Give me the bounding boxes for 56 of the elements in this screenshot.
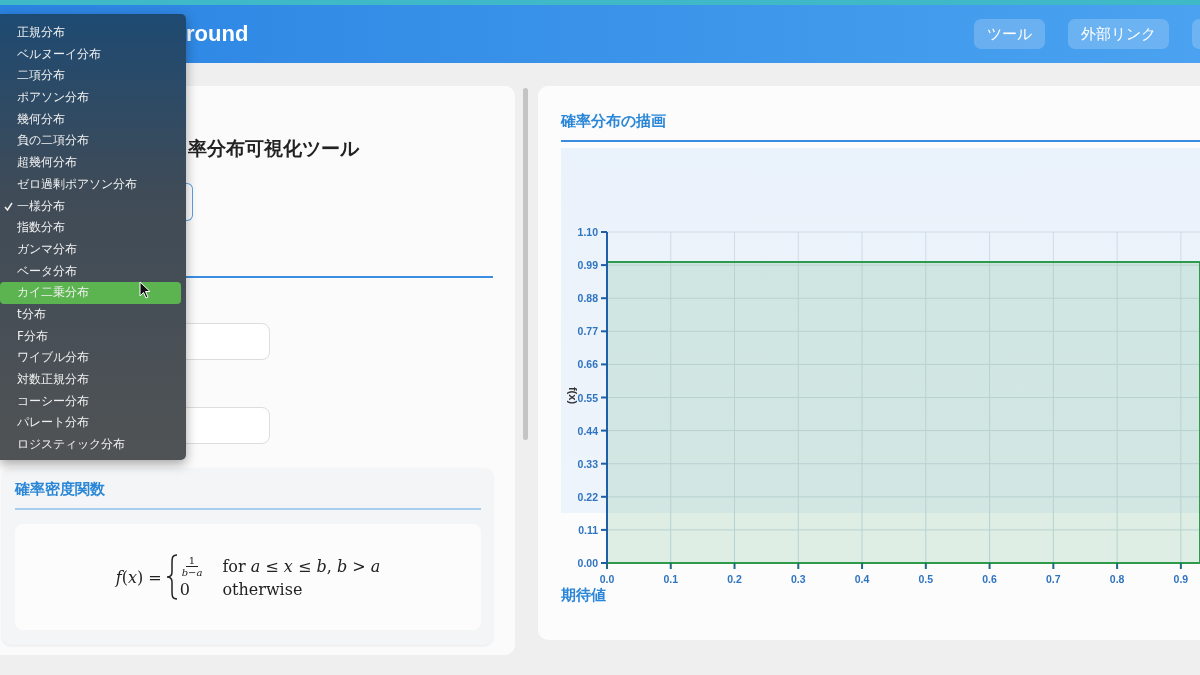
menu-item[interactable]: ガンマ分布 — [0, 238, 181, 261]
tick-label: 0.55 — [577, 391, 598, 404]
page-heading: 率分布可視化ツール — [188, 136, 360, 160]
menu-item[interactable]: ワイブル分布 — [0, 347, 181, 369]
menu-item[interactable]: 超幾何分布 — [0, 152, 181, 174]
menu-item[interactable]: 二項分布 — [0, 65, 181, 88]
menu-item[interactable]: 指数分布 — [0, 217, 181, 239]
menu-item[interactable]: 幾何分布 — [0, 108, 181, 131]
tick-label: 0.33 — [577, 457, 598, 470]
menu-item[interactable]: 正規分布 — [0, 22, 181, 44]
menu-item[interactable]: 一様分布 — [0, 195, 181, 218]
tick-label: 0.9 — [1173, 573, 1189, 585]
tick-label: 0.66 — [577, 358, 598, 371]
menu-item[interactable]: ベータ分布 — [0, 260, 181, 283]
tick-label: 0.8 — [1109, 573, 1125, 585]
menu-item[interactable]: コーシー分布 — [0, 390, 181, 413]
menu-item[interactable]: ベルヌーイ分布 — [0, 43, 181, 66]
tick-label: 0.6 — [982, 573, 997, 585]
menu-item[interactable]: ロジスティック分布 — [0, 434, 181, 456]
menu-item[interactable]: パレート分布 — [0, 412, 181, 435]
tick-label: 0.22 — [577, 490, 598, 503]
axis-label: f(x) — [567, 386, 579, 405]
tick-label: 0.2 — [727, 573, 742, 585]
tick-label: 0.00 — [577, 557, 598, 569]
menu-item[interactable]: 対数正規分布 — [0, 369, 181, 391]
section-title: 期待値 — [561, 586, 607, 605]
formula-lhs: f(x) = — [115, 567, 162, 587]
menu-item[interactable]: ゼロ過剰ポアソン分布 — [0, 173, 181, 196]
tick-label: 0.88 — [577, 292, 598, 305]
scrollbar[interactable] — [523, 88, 528, 440]
menu-item[interactable]: ポアソン分布 — [0, 87, 181, 109]
tick-label: 0.44 — [577, 424, 598, 437]
menu-item[interactable]: t分布 — [0, 303, 181, 326]
case-condition: for a ≤ x ≤ b, b > a — [222, 557, 381, 576]
app-title: round — [186, 21, 249, 47]
tick-label: 0.11 — [578, 523, 598, 536]
tick-label: 0.77 — [577, 325, 598, 338]
tick-label: 0.99 — [577, 259, 598, 272]
tick-label: 0.5 — [918, 573, 934, 585]
check-icon — [4, 201, 13, 211]
menu-item[interactable]: 負の二項分布 — [0, 130, 181, 153]
tick-label: 0.1 — [663, 573, 679, 585]
tick-label: 0.3 — [791, 573, 806, 585]
cursor-icon — [139, 281, 151, 299]
tick-label: 0.7 — [1046, 573, 1061, 585]
brace-icon — [165, 554, 178, 600]
section-title: 確率分布の描画 — [561, 112, 1200, 142]
fraction-numerator: 1 — [185, 555, 199, 567]
tick-label: 0.0 — [599, 573, 615, 585]
tick-label: 1.10 — [577, 226, 598, 238]
case-condition: otherwise — [222, 580, 304, 599]
menu-item[interactable]: F分布 — [0, 325, 181, 348]
fraction-denominator: b−a — [180, 567, 204, 578]
case-value: 0 — [179, 580, 190, 599]
section-title: 確率密度関数 — [15, 480, 481, 510]
tick-label: 0.4 — [854, 573, 870, 585]
